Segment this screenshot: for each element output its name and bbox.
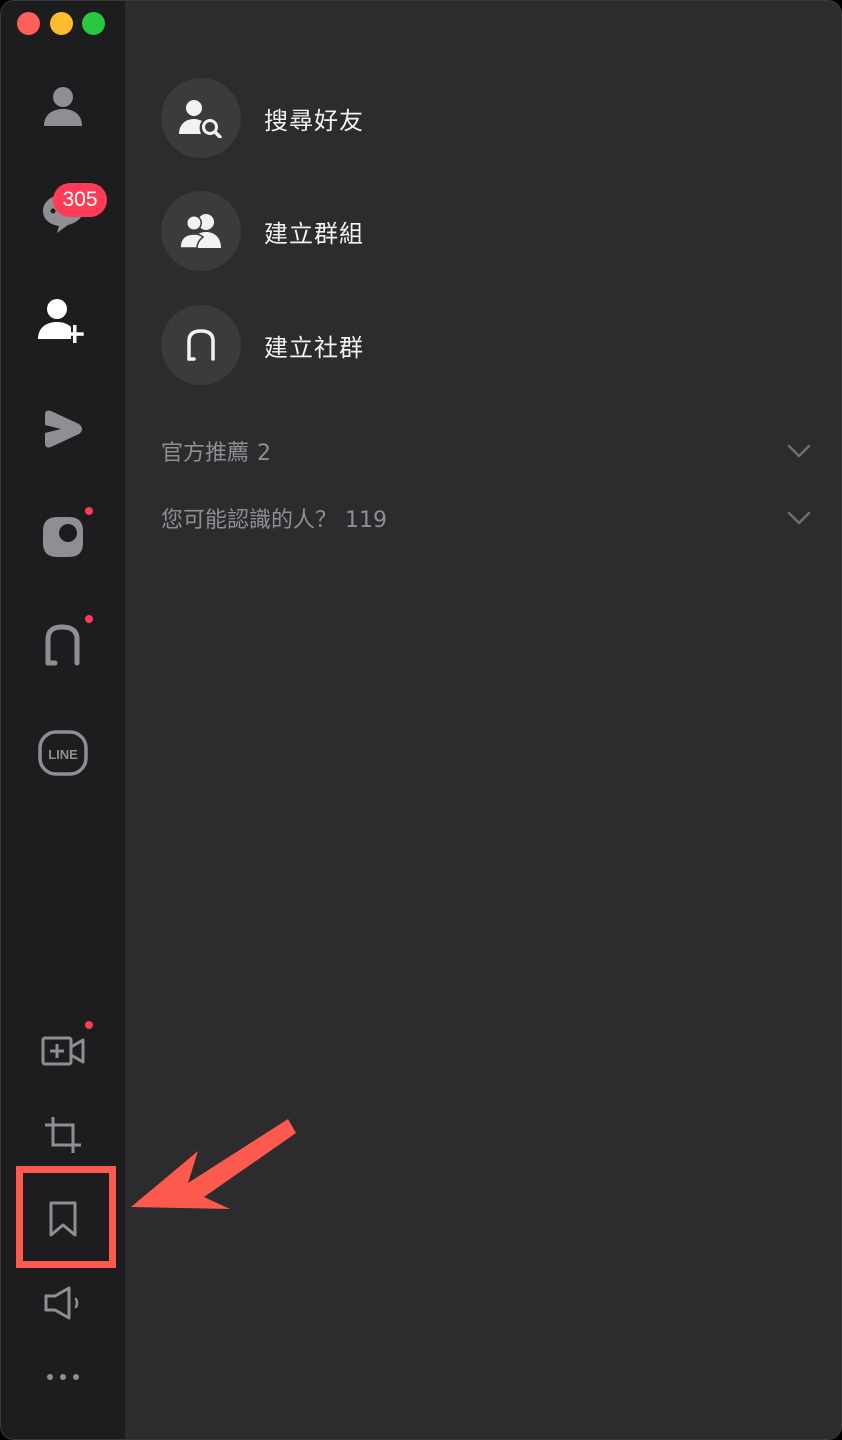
chevron-down-icon — [787, 444, 811, 458]
section-count: 2 — [257, 441, 272, 466]
group-icon — [179, 214, 221, 249]
create-community-button[interactable]: 建立社群 — [161, 305, 364, 385]
moment-icon — [43, 517, 83, 557]
voom-play-icon — [45, 410, 82, 448]
speaker-icon — [44, 1286, 79, 1320]
line-window: 305 LINE 搜尋好友 建立群組 建立社群 官方推薦 2 您可能認識的人？ … — [0, 0, 842, 1440]
official-recommendations-section[interactable]: 官方推薦 2 — [161, 431, 811, 471]
line-logo-icon: LINE — [38, 730, 88, 776]
search-friend-button[interactable]: 搜尋好友 — [161, 78, 364, 158]
openchat-icon — [45, 624, 80, 666]
sidebar-item-add-friends[interactable] — [23, 281, 103, 361]
video-call-notification-dot — [85, 1021, 93, 1029]
minimize-window-button[interactable] — [50, 12, 73, 35]
line-logo-text: LINE — [48, 747, 78, 762]
video-add-icon — [41, 1036, 85, 1066]
create-group-button[interactable]: 建立群組 — [161, 191, 364, 271]
sidebar-item-more[interactable] — [23, 1337, 103, 1417]
search-friend-label: 搜尋好友 — [264, 106, 364, 135]
person-add-icon — [38, 299, 84, 343]
sidebar-item-line-official[interactable]: LINE — [23, 713, 103, 793]
create-community-label: 建立社群 — [264, 333, 364, 362]
section-count: 119 — [345, 508, 388, 533]
moments-notification-dot — [85, 507, 93, 515]
create-group-label: 建立群組 — [264, 219, 364, 248]
section-title: 官方推薦 — [161, 441, 250, 466]
sidebar-item-voom[interactable] — [23, 389, 103, 469]
more-dots-icon — [47, 1374, 79, 1380]
annotation-arrow-icon — [131, 1119, 296, 1209]
section-title: 您可能認識的人？ — [161, 508, 338, 533]
unread-badge: 305 — [53, 183, 107, 217]
person-icon — [44, 87, 82, 126]
maximize-window-button[interactable] — [82, 12, 105, 35]
chevron-down-icon — [787, 511, 811, 525]
community-icon — [187, 329, 215, 361]
sidebar-item-friends[interactable] — [23, 66, 103, 146]
annotation-highlight-box — [16, 1166, 116, 1268]
close-window-button[interactable] — [17, 12, 40, 35]
search-friend-icon — [179, 100, 222, 138]
sidebar-item-screenshot[interactable] — [23, 1095, 103, 1175]
sidebar-item-announcements[interactable] — [23, 1263, 103, 1343]
people-you-may-know-section[interactable]: 您可能認識的人？ 119 — [161, 498, 811, 538]
crop-icon — [45, 1117, 81, 1153]
openchat-notification-dot — [85, 615, 93, 623]
